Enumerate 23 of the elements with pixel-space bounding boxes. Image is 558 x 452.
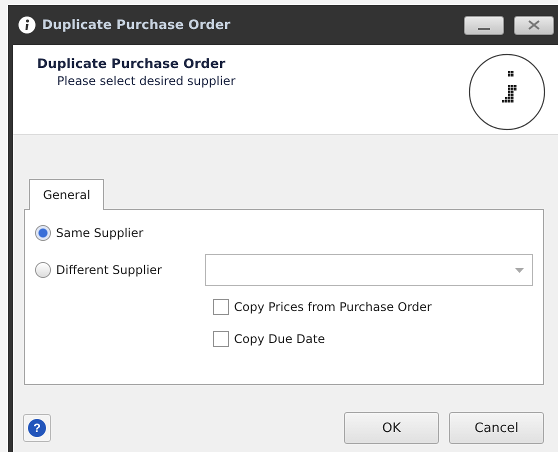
- window-title: Duplicate Purchase Order: [42, 18, 232, 32]
- minimize-icon: [478, 28, 490, 30]
- radio-button[interactable]: [35, 262, 51, 278]
- checkbox-label: Copy Due Date: [234, 332, 325, 346]
- close-button[interactable]: [514, 16, 554, 34]
- minimize-button[interactable]: [464, 16, 504, 34]
- radio-label: Same Supplier: [56, 226, 144, 240]
- radio-label: Different Supplier: [56, 263, 162, 277]
- dialog-button[interactable]: Cancel: [449, 412, 544, 444]
- header-title: Duplicate Purchase Order: [37, 57, 226, 72]
- close-icon: [528, 20, 540, 30]
- info-icon: [18, 16, 36, 34]
- radio-button[interactable]: [35, 225, 51, 241]
- dialog-button[interactable]: OK: [344, 412, 439, 444]
- tab[interactable]: General: [29, 179, 104, 210]
- caret-icon: [515, 268, 524, 272]
- header-subtitle: Please select desired supplier: [56, 74, 236, 88]
- supplier-dropdown[interactable]: [205, 254, 533, 286]
- checkbox[interactable]: [213, 299, 229, 315]
- checkbox[interactable]: [213, 331, 229, 347]
- logo-icon: [468, 53, 546, 131]
- checkbox-label: Copy Prices from Purchase Order: [234, 300, 432, 314]
- help-button[interactable]: ?: [23, 414, 51, 442]
